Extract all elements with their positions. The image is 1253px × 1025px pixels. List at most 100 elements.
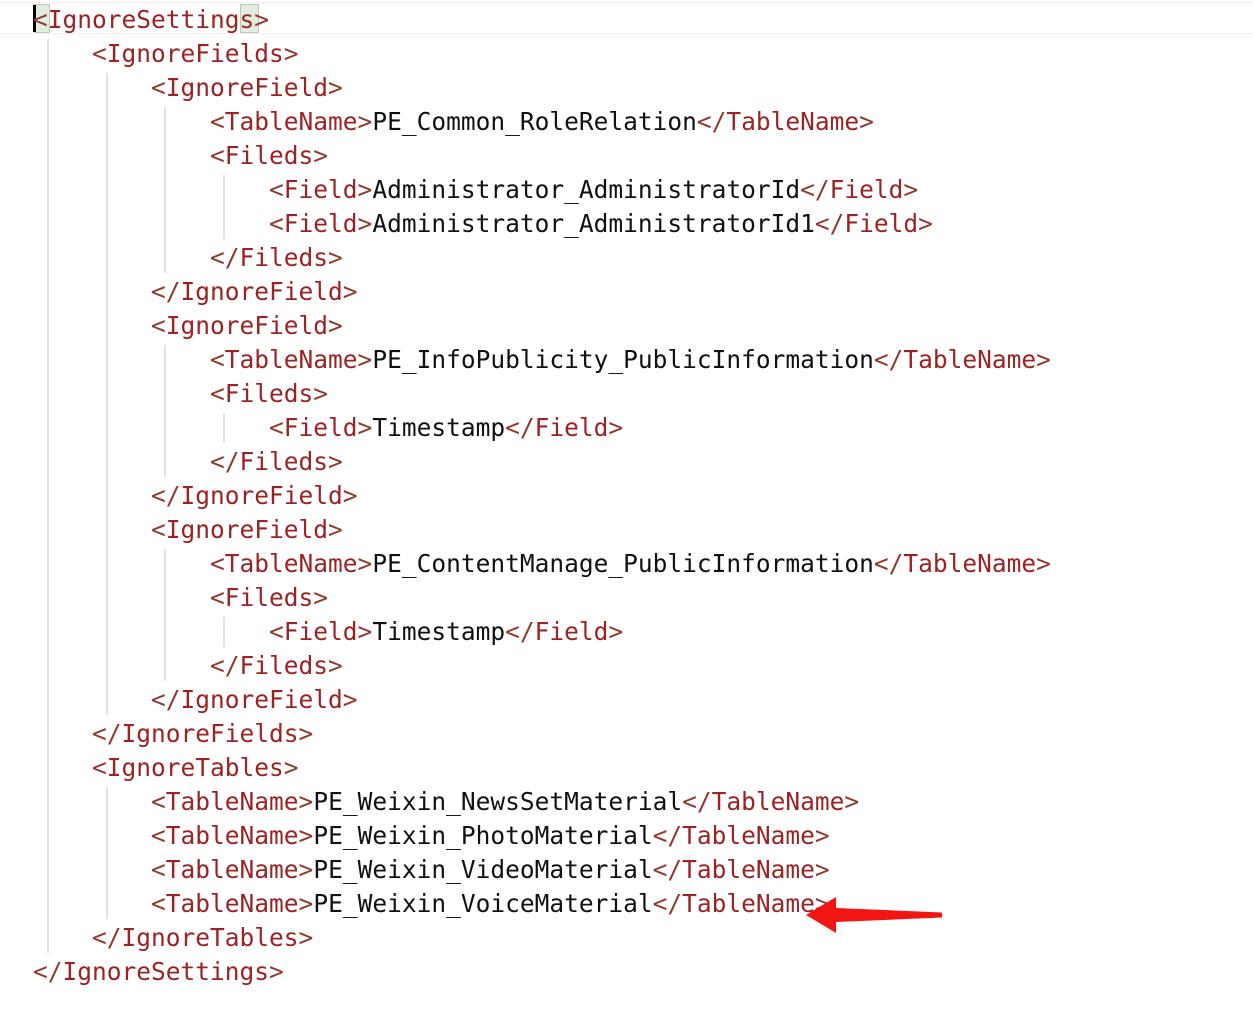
code-line[interactable]: <IgnoreField> bbox=[33, 71, 343, 105]
close-bracket: > bbox=[342, 277, 358, 306]
code-line[interactable]: <TableName>PE_InfoPublicity_PublicInform… bbox=[33, 343, 1051, 377]
open-bracket: < bbox=[269, 175, 284, 204]
xml-code-editor[interactable]: <IgnoreSettings> <IgnoreFields> <IgnoreF… bbox=[0, 0, 1253, 1025]
code-line[interactable]: <TableName>PE_Weixin_NewsSetMaterial</Ta… bbox=[33, 785, 859, 819]
open-bracket: < bbox=[151, 889, 166, 918]
tag-name: Fileds bbox=[239, 243, 329, 272]
open-bracket: < bbox=[151, 515, 166, 544]
close-bracket: > bbox=[357, 345, 373, 374]
tag-name: TableName bbox=[224, 549, 358, 578]
open-bracket: < bbox=[151, 311, 166, 340]
tag-name: TableName bbox=[682, 855, 815, 884]
tag-name: IgnoreTables bbox=[121, 923, 299, 952]
code-line[interactable]: <TableName>PE_ContentManage_PublicInform… bbox=[33, 547, 1051, 581]
open-bracket: </ bbox=[210, 447, 240, 476]
element-text-value: PE_Weixin_VideoMaterial bbox=[313, 855, 653, 884]
element-text-value: PE_Weixin_PhotoMaterial bbox=[313, 821, 653, 850]
code-line[interactable]: </IgnoreField> bbox=[33, 479, 358, 513]
close-bracket: > bbox=[903, 175, 919, 204]
close-bracket: > bbox=[1036, 549, 1051, 578]
tag-name: TableName bbox=[165, 889, 299, 918]
tag-name: IgnoreField bbox=[165, 311, 329, 340]
element-text-value: PE_ContentManage_PublicInformation bbox=[372, 549, 874, 578]
close-bracket: > bbox=[357, 209, 373, 238]
close-bracket: > bbox=[313, 379, 329, 408]
code-line[interactable]: <Fileds> bbox=[33, 377, 328, 411]
open-bracket: < bbox=[210, 379, 225, 408]
code-line[interactable]: </IgnoreFields> bbox=[33, 717, 313, 751]
open-bracket: < bbox=[269, 209, 284, 238]
tag-name: TableName bbox=[165, 787, 299, 816]
open-bracket: </ bbox=[151, 685, 181, 714]
close-bracket: > bbox=[328, 73, 343, 102]
open-bracket: < bbox=[33, 5, 48, 34]
tag-name: Field bbox=[283, 209, 358, 238]
code-line[interactable]: </Fileds> bbox=[33, 241, 343, 275]
code-line[interactable]: <TableName>PE_Common_RoleRelation</Table… bbox=[33, 105, 874, 139]
close-bracket: > bbox=[313, 583, 329, 612]
tag-name: IgnoreField bbox=[180, 481, 343, 510]
tag-name: Field bbox=[534, 413, 609, 442]
tag-name: IgnoreSettings bbox=[47, 5, 255, 34]
code-line[interactable]: <Field>Administrator_AdministratorId1</F… bbox=[33, 207, 933, 241]
close-bracket: > bbox=[357, 413, 373, 442]
element-text-value: Administrator_AdministratorId1 bbox=[372, 209, 815, 238]
code-line[interactable]: </IgnoreTables> bbox=[33, 921, 313, 955]
open-bracket: < bbox=[210, 345, 225, 374]
code-line[interactable]: <IgnoreFields> bbox=[33, 37, 299, 71]
element-text-value: PE_Weixin_NewsSetMaterial bbox=[313, 787, 683, 816]
code-line[interactable]: <IgnoreField> bbox=[33, 309, 343, 343]
code-line[interactable]: <TableName>PE_Weixin_PhotoMaterial</Tabl… bbox=[33, 819, 830, 853]
tag-name: Field bbox=[844, 209, 919, 238]
code-line[interactable]: </IgnoreSettings> bbox=[33, 955, 284, 989]
code-line[interactable]: </IgnoreField> bbox=[33, 683, 358, 717]
open-bracket: </ bbox=[505, 413, 535, 442]
close-bracket: > bbox=[298, 719, 314, 748]
close-bracket: > bbox=[814, 855, 830, 884]
open-bracket: </ bbox=[151, 277, 181, 306]
tag-name: Field bbox=[534, 617, 609, 646]
code-line[interactable]: <TableName>PE_Weixin_VideoMaterial</Tabl… bbox=[33, 853, 830, 887]
open-bracket: </ bbox=[210, 651, 240, 680]
tag-name: Fileds bbox=[239, 447, 329, 476]
tag-name: Field bbox=[829, 175, 904, 204]
left-arrow-icon bbox=[806, 897, 942, 933]
open-bracket: </ bbox=[210, 243, 240, 272]
code-line[interactable]: <Fileds> bbox=[33, 581, 328, 615]
tag-name: TableName bbox=[165, 821, 299, 850]
open-bracket: </ bbox=[505, 617, 535, 646]
close-bracket: > bbox=[814, 821, 830, 850]
code-line[interactable]: <Field>Administrator_AdministratorId</Fi… bbox=[33, 173, 918, 207]
close-bracket: > bbox=[298, 855, 314, 884]
code-line[interactable]: </IgnoreField> bbox=[33, 275, 358, 309]
open-bracket: </ bbox=[652, 821, 683, 850]
code-line[interactable]: <IgnoreSettings> bbox=[33, 3, 269, 37]
code-line[interactable]: <IgnoreTables> bbox=[33, 751, 299, 785]
code-line[interactable]: <Field>Timestamp</Field> bbox=[33, 615, 623, 649]
code-line[interactable]: </Fileds> bbox=[33, 649, 343, 683]
code-line[interactable]: <Field>Timestamp</Field> bbox=[33, 411, 623, 445]
code-line[interactable]: <TableName>PE_Weixin_VoiceMaterial</Tabl… bbox=[33, 887, 830, 921]
close-bracket: > bbox=[342, 481, 358, 510]
code-line[interactable]: <IgnoreField> bbox=[33, 513, 343, 547]
open-bracket: </ bbox=[652, 855, 683, 884]
tag-name: Field bbox=[283, 617, 358, 646]
code-line[interactable]: <Fileds> bbox=[33, 139, 328, 173]
tag-name: TableName bbox=[682, 889, 815, 918]
open-bracket: </ bbox=[92, 923, 122, 952]
close-bracket: > bbox=[328, 311, 343, 340]
code-line[interactable]: </Fileds> bbox=[33, 445, 343, 479]
close-bracket: > bbox=[357, 175, 373, 204]
